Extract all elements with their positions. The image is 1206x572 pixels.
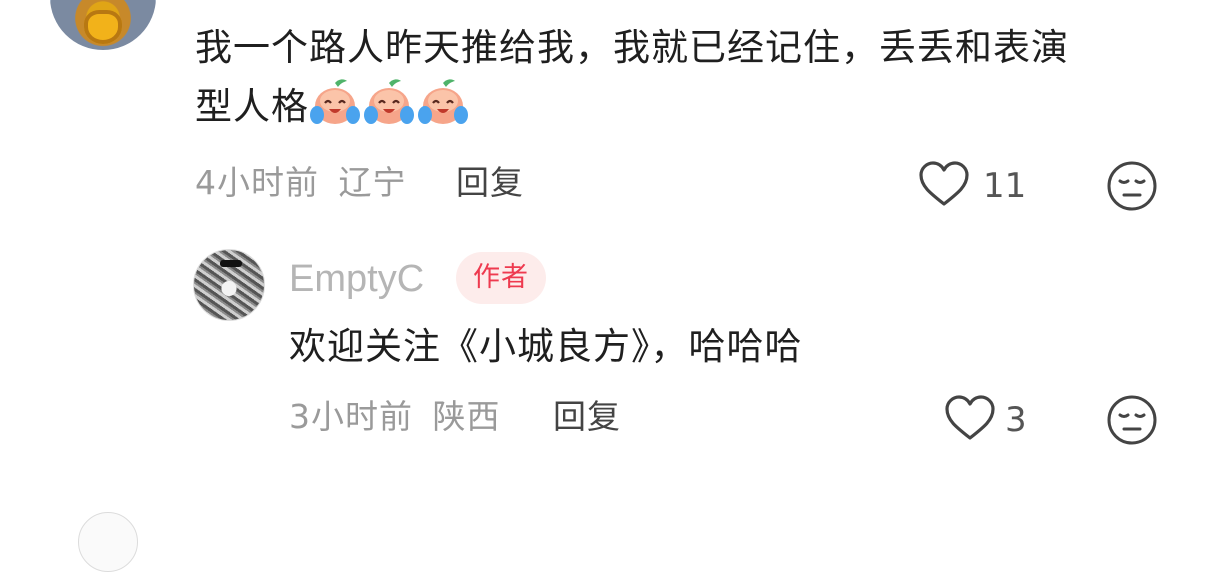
crying-laughing-emoji	[363, 77, 415, 127]
dislike-button[interactable]	[1106, 394, 1158, 446]
comment-time: 4小时前	[195, 163, 319, 202]
heart-icon	[945, 395, 995, 440]
reply-meta: 3小时前 陕西	[289, 397, 501, 437]
crying-laughing-emoji	[309, 77, 361, 127]
replier-avatar[interactable]	[193, 249, 265, 321]
reply-text: 欢迎关注《小城良方》，哈哈哈	[289, 325, 803, 368]
heart-icon	[919, 161, 969, 206]
comment-text-line-2: 型人格	[195, 77, 1175, 136]
like-count: 3	[1005, 400, 1027, 440]
comment-text-line-1: 我一个路人昨天推给我，我就已经记住，丢丢和表演	[195, 26, 1069, 69]
commenter-avatar[interactable]	[50, 0, 156, 50]
comment-text: 我一个路人昨天推给我，我就已经记住，丢丢和表演 型人格	[195, 19, 1175, 136]
crying-laughing-emoji	[417, 77, 469, 127]
reply-username[interactable]: EmptyC	[289, 256, 424, 302]
like-button[interactable]	[918, 160, 970, 210]
avatar-figure	[84, 10, 122, 44]
reply-button[interactable]: 回复	[456, 163, 524, 203]
comment-meta: 4小时前 辽宁	[195, 163, 407, 203]
reply-location: 陕西	[432, 397, 501, 436]
like-button[interactable]	[944, 394, 996, 444]
comment-location: 辽宁	[338, 163, 407, 202]
next-commenter-avatar[interactable]	[78, 512, 138, 572]
reply-button[interactable]: 回复	[553, 397, 621, 437]
author-badge: 作者	[456, 252, 546, 304]
reply-time: 3小时前	[289, 397, 413, 436]
comment-text-line-2-text: 型人格	[195, 85, 309, 128]
avatar-figure	[220, 260, 242, 267]
like-count: 11	[983, 166, 1027, 206]
expressionless-face-icon	[1107, 161, 1157, 211]
dislike-button[interactable]	[1106, 160, 1158, 212]
expressionless-face-icon	[1107, 395, 1157, 445]
